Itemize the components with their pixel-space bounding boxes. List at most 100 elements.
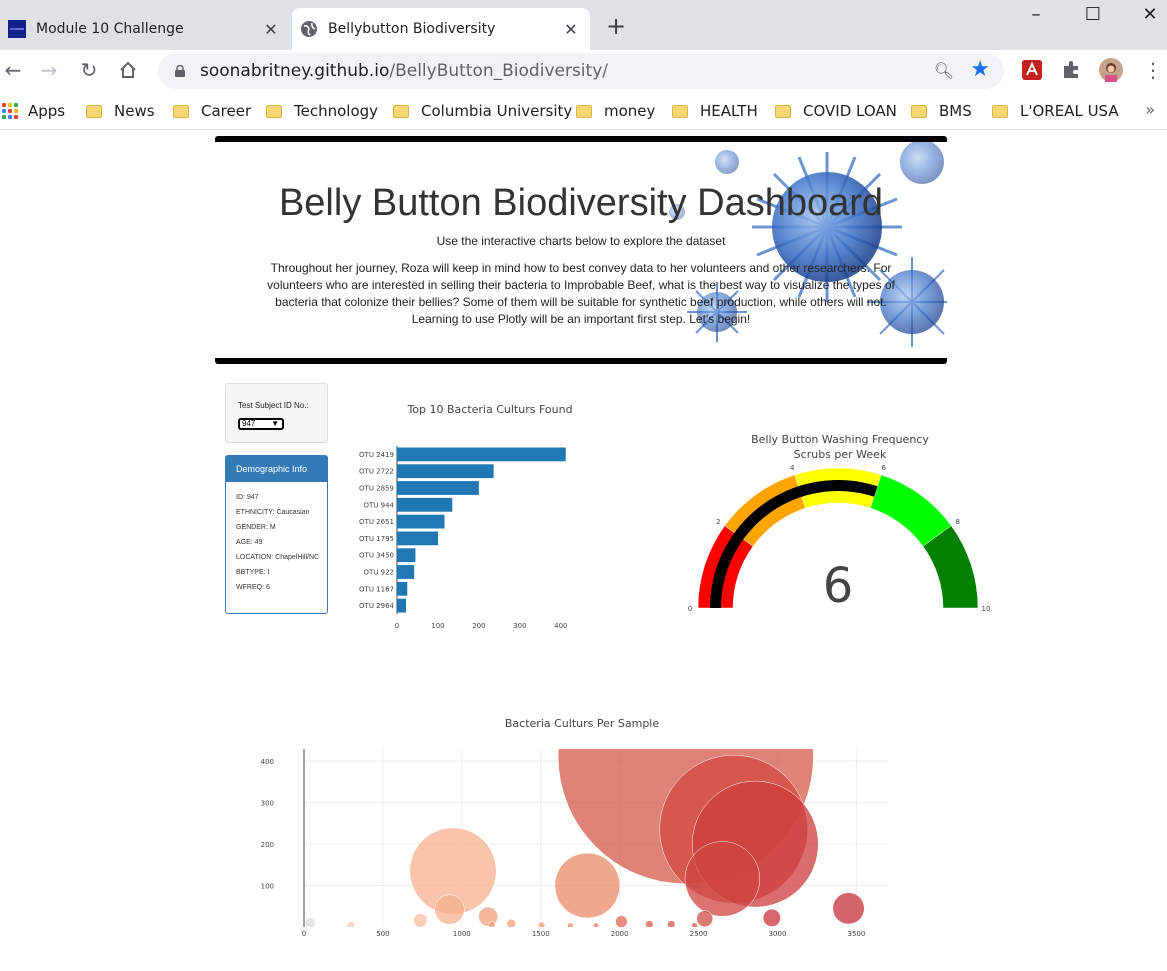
bubble-y-tick-label: 200	[261, 841, 274, 849]
bubble-mark	[832, 892, 865, 925]
folder-icon	[173, 104, 189, 118]
bubble-mark	[554, 852, 621, 919]
bookmark-label: money	[604, 102, 656, 120]
bookmark-label: Columbia University	[421, 102, 573, 120]
bar-x-tick-label: 200	[472, 622, 485, 630]
bar-x-tick-label: 100	[431, 622, 444, 630]
bar-mark	[397, 581, 408, 596]
profile-avatar-icon[interactable]	[1099, 58, 1123, 82]
new-tab-button[interactable]: +	[606, 12, 626, 40]
close-tab-icon[interactable]: ✕	[260, 20, 282, 39]
puzzle-extensions-icon[interactable]	[1060, 58, 1084, 82]
page-description: Throughout her journey, Roza will keep i…	[267, 261, 895, 326]
bar-category-label: OTU 1167	[359, 585, 394, 593]
page-subtitle: Use the interactive charts below to expl…	[436, 234, 726, 248]
bookmark-loreal-usa[interactable]: L'OREAL USA	[992, 102, 1119, 120]
demographic-row: LOCATION: ChapelHill/NC	[236, 554, 320, 561]
bookmark-label: HEALTH	[700, 102, 758, 120]
bubble-x-tick-label: 500	[376, 930, 389, 938]
bubble-mark	[762, 908, 781, 927]
minimize-icon[interactable]: –	[1026, 4, 1046, 25]
pdf-extension-icon[interactable]	[1020, 58, 1044, 82]
tab-bellybutton-biodiversity[interactable]: Bellybutton Biodiversity ✕	[292, 8, 590, 50]
bubble-mark	[567, 922, 574, 927]
gauge-tick-label: 2	[716, 518, 720, 526]
bar-category-label: OTU 2651	[359, 518, 394, 526]
bookmark-career[interactable]: Career	[173, 102, 251, 120]
zoom-icon[interactable]: 🔍︎	[934, 61, 954, 80]
apps-grid-icon	[2, 103, 18, 119]
bar-mark	[397, 464, 494, 479]
bookmark-health[interactable]: HEALTH	[672, 102, 758, 120]
gauge-tick-label: 10	[982, 605, 991, 613]
bubble-x-tick-label: 1500	[532, 930, 550, 938]
top-10-bar-chart: Top 10 Bacteria Culturs Found 0 100 200 300…	[359, 403, 573, 630]
browser-toolbar: ← → ↻ soonabritney.github.io/BellyButton…	[0, 50, 1167, 92]
bar-category-label: OTU 2722	[359, 468, 394, 476]
tab-module-10-challenge[interactable]: Module 10 Challenge ✕	[0, 8, 290, 50]
globe-icon	[301, 21, 317, 37]
subject-id-dropdown[interactable]: 947 ▼	[238, 418, 284, 430]
bookmark-label: Technology	[294, 102, 379, 120]
bookmark-covid-loan[interactable]: COVID LOAN	[775, 102, 897, 120]
bubble-mark	[305, 917, 316, 927]
reload-icon[interactable]: ↻	[76, 58, 102, 82]
demographic-row: WFREQ: 6	[236, 584, 270, 591]
bookmark-technology[interactable]: Technology	[266, 102, 378, 120]
gauge-title: Belly Button Washing Frequency	[751, 433, 929, 446]
maximize-icon[interactable]: ☐	[1083, 4, 1103, 25]
bar-x-tick-label: 400	[554, 622, 567, 630]
url-text: soonabritney.github.io/BellyButton_Biodi…	[200, 61, 608, 81]
bubble-mark	[487, 921, 496, 927]
gauge-tick-label: 6	[882, 464, 887, 472]
more-bookmarks-icon[interactable]: »	[1145, 100, 1155, 119]
url-host: soonabritney.github.io	[200, 61, 390, 81]
demographic-row: ID: 947	[236, 494, 259, 501]
dashboard-header: Belly Button Biodiversity Dashboard Use …	[215, 136, 947, 364]
bar-mark	[397, 531, 438, 546]
bookmark-news[interactable]: News	[86, 102, 155, 120]
folder-icon	[911, 104, 927, 118]
bubble-mark	[592, 922, 600, 927]
back-icon[interactable]: ←	[0, 58, 26, 82]
folder-icon	[266, 104, 282, 118]
bookmark-bms[interactable]: BMS	[911, 102, 972, 120]
site-favicon-icon	[8, 20, 26, 38]
demographic-info-body: ID: 947 ETHNICITY: Caucasian GENDER: M A…	[226, 482, 327, 592]
bookmark-star-icon[interactable]: ★	[970, 57, 990, 82]
bubble-x-tick-label: 3000	[769, 930, 787, 938]
bubble-mark	[691, 922, 698, 927]
gauge-subtitle: Scrubs per Week	[794, 448, 887, 461]
bookmark-label: BMS	[939, 102, 972, 120]
menu-dots-icon[interactable]: ⋮	[1140, 58, 1166, 82]
bubble-mark	[645, 920, 654, 927]
close-tab-icon[interactable]: ✕	[560, 20, 582, 39]
bar-category-label: OTU 922	[364, 569, 395, 577]
bookmark-columbia-university[interactable]: Columbia University	[393, 102, 572, 120]
bookmark-apps[interactable]: Apps	[2, 102, 65, 120]
bar-category-label: OTU 2419	[359, 451, 394, 459]
bar-mark	[397, 598, 407, 613]
bookmark-label: Career	[201, 102, 252, 120]
lock-icon	[175, 65, 185, 77]
browser-tab-bar: Module 10 Challenge ✕ Bellybutton Biodiv…	[0, 0, 1167, 50]
bubble-x-tick-label: 2000	[611, 930, 629, 938]
bar-category-label: OTU 944	[364, 501, 395, 509]
bookmark-money[interactable]: money	[576, 102, 655, 120]
close-window-icon[interactable]: ✕	[1140, 4, 1160, 25]
home-icon[interactable]	[118, 60, 138, 80]
bar-chart-title: Top 10 Bacteria Culturs Found	[406, 403, 572, 416]
folder-icon	[672, 104, 688, 118]
bar-category-label: OTU 3450	[359, 552, 394, 560]
url-path: /BellyButton_Biodiversity/	[389, 61, 608, 81]
forward-icon[interactable]: →	[36, 58, 62, 82]
bubble-marks-group	[305, 749, 865, 927]
folder-icon	[393, 104, 409, 118]
bacteria-bubble-chart: Bacteria Culturs Per Sample 100 200 300 400…	[261, 717, 888, 938]
address-bar[interactable]: soonabritney.github.io/BellyButton_Biodi…	[158, 53, 1004, 89]
bubble-mark	[347, 921, 355, 927]
bookmarks-bar: Apps News Career Technology Columbia Uni…	[0, 92, 1167, 130]
bar-mark	[397, 565, 415, 579]
bookmark-label: L'OREAL USA	[1020, 102, 1119, 120]
gauge-tick-label: 0	[688, 605, 692, 613]
